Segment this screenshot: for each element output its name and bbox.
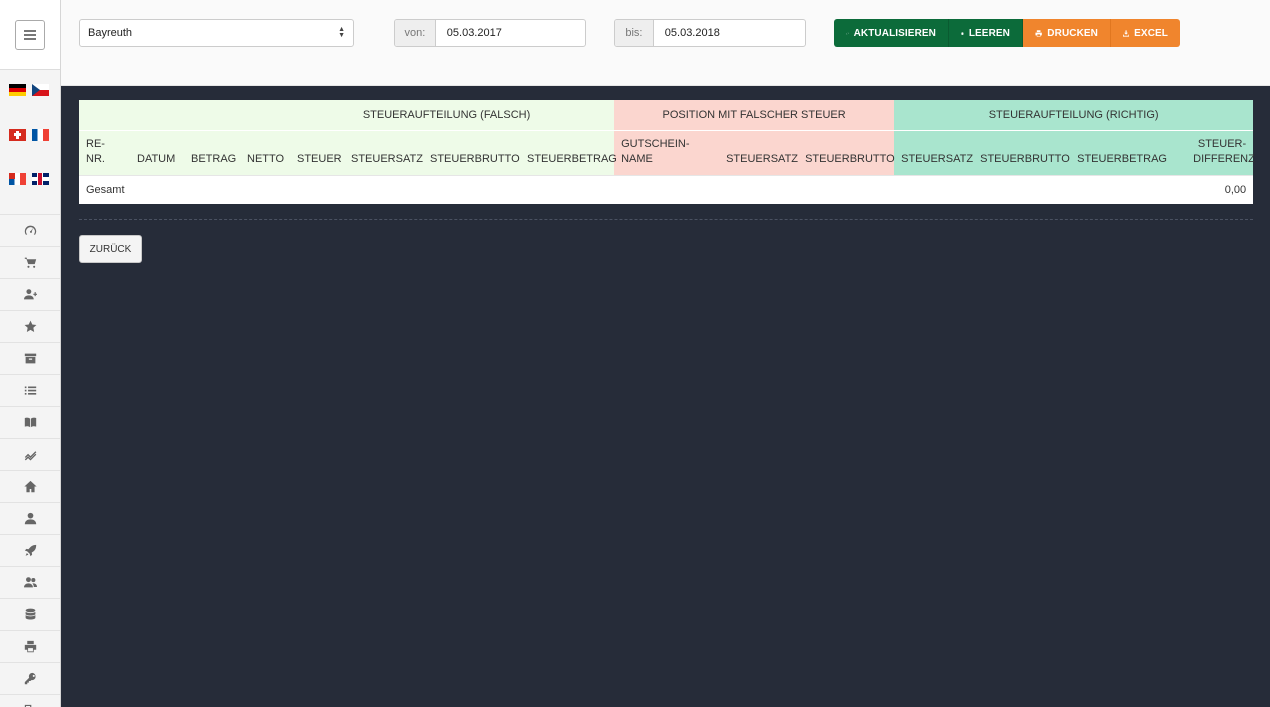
sidebar — [0, 0, 61, 707]
download-icon — [1123, 29, 1130, 37]
add-user-icon — [23, 289, 37, 300]
refresh-icon — [846, 31, 849, 35]
refresh-button[interactable]: AKTUALISIEREN — [834, 19, 949, 47]
column-header[interactable]: DATUM — [130, 129, 184, 175]
flag-ch-icon[interactable] — [9, 128, 26, 141]
back-button[interactable]: ZURÜCK — [79, 235, 142, 263]
list-icon — [24, 386, 36, 395]
flag-fr-icon[interactable] — [32, 128, 49, 141]
location-select-value: Bayreuth — [88, 27, 133, 39]
sidebar-item-home[interactable] — [0, 470, 60, 502]
to-date-group: bis: 05.03.2018 — [614, 19, 806, 47]
home-icon — [23, 480, 37, 493]
to-date-input[interactable]: 05.03.2018 — [654, 20, 805, 46]
sidebar-nav — [0, 214, 60, 707]
sidebar-header — [0, 0, 60, 70]
print-icon — [1035, 29, 1042, 37]
from-date-input[interactable]: 05.03.2017 — [436, 20, 585, 46]
dashboard-icon — [24, 225, 36, 235]
clear-button[interactable]: LEEREN — [949, 19, 1023, 47]
group-header-position: POSITION MIT FALSCHER STEUER — [614, 100, 895, 130]
group-header-row: STEUERAUFTEILUNG (FALSCH) POSITION MIT F… — [79, 100, 1254, 130]
archive-icon — [24, 353, 36, 364]
column-header-row: RE-NR. DATUM BETRAG NETTO STEUER STEUERS… — [79, 129, 1255, 175]
column-header[interactable]: BETRAG — [184, 129, 240, 175]
group-header-falsch: STEUERAUFTEILUNG (FALSCH) — [79, 100, 615, 130]
column-header[interactable]: STEUERBRUTTO — [973, 129, 1071, 175]
clear-button-label: LEEREN — [968, 27, 1010, 39]
hamburger-line — [24, 29, 36, 32]
from-date-label: von: — [395, 20, 436, 46]
column-header[interactable]: STEUERSATZ — [719, 129, 799, 175]
users-icon — [23, 577, 37, 588]
sidebar-item-favorites[interactable] — [0, 310, 60, 342]
sidebar-item-logout[interactable] — [0, 694, 60, 707]
hamburger-menu-button[interactable] — [15, 19, 45, 50]
refresh-button-label: AKTUALISIEREN — [853, 27, 936, 39]
logout-icon — [24, 704, 31, 707]
print-icon — [24, 640, 36, 653]
flag-fr-ca-icon[interactable] — [9, 173, 26, 186]
sidebar-item-list[interactable] — [0, 374, 60, 406]
column-header[interactable]: STEUER-DIFFERENZ — [1168, 129, 1255, 175]
star-icon — [24, 320, 36, 332]
column-header[interactable]: STEUERBETRAG — [520, 129, 617, 175]
total-row: Gesamt 0,00 — [79, 174, 1254, 204]
sidebar-item-launch[interactable] — [0, 534, 60, 566]
column-header[interactable]: NETTO — [240, 129, 290, 175]
sidebar-item-statistics[interactable] — [0, 438, 60, 470]
print-button-label: DRUCKEN — [1047, 27, 1098, 39]
sidebar-item-keys[interactable] — [0, 662, 60, 694]
sidebar-item-print[interactable] — [0, 630, 60, 662]
flag-de-icon[interactable] — [9, 84, 26, 96]
language-flags — [0, 70, 60, 214]
key-icon — [24, 672, 36, 685]
sidebar-item-archive[interactable] — [0, 342, 60, 374]
user-icon — [24, 512, 36, 525]
select-arrows-icon: ▲ ▼ — [338, 26, 345, 39]
section-divider — [79, 219, 1253, 220]
column-header[interactable]: STEUERBETRAG — [1070, 129, 1169, 175]
total-value: 0,00 — [1168, 174, 1254, 204]
sidebar-item-dashboard[interactable] — [0, 214, 60, 246]
column-header[interactable]: STEUERSATZ — [344, 129, 423, 175]
column-header[interactable]: STEUERBRUTTO — [798, 129, 895, 175]
database-icon — [25, 608, 35, 620]
column-header[interactable]: STEUERSATZ — [894, 129, 974, 175]
book-icon — [24, 417, 36, 428]
print-button[interactable]: DRUCKEN — [1023, 19, 1111, 47]
sidebar-item-add-user[interactable] — [0, 278, 60, 310]
column-header[interactable]: RE-NR. — [79, 129, 130, 175]
from-date-group: von: 05.03.2017 — [394, 19, 586, 47]
column-header[interactable]: STEUER — [290, 129, 344, 175]
rocket-icon — [24, 544, 36, 557]
hamburger-line — [24, 37, 36, 40]
sidebar-item-book[interactable] — [0, 406, 60, 438]
sidebar-item-cart[interactable] — [0, 246, 60, 278]
sidebar-item-database[interactable] — [0, 598, 60, 630]
chart-icon — [24, 451, 36, 461]
sidebar-item-user[interactable] — [0, 502, 60, 534]
column-header[interactable]: STEUERBRUTTO — [423, 129, 520, 175]
hamburger-line — [24, 33, 36, 36]
trash-icon — [961, 31, 964, 35]
excel-button-label: EXCEL — [1134, 27, 1168, 39]
to-date-label: bis: — [615, 20, 654, 46]
group-header-richtig: STEUERAUFTEILUNG (RICHTIG) — [894, 100, 1254, 130]
column-header[interactable]: GUTSCHEIN-NAME — [614, 129, 720, 175]
flag-cz-icon[interactable] — [32, 84, 49, 96]
total-label: Gesamt — [79, 174, 1169, 204]
tax-report-table: STEUERAUFTEILUNG (FALSCH) POSITION MIT F… — [79, 100, 1255, 204]
filter-toolbar: Bayreuth ▲ ▼ von: 05.03.2017 bis: 05.03.2… — [61, 0, 1270, 86]
location-select[interactable]: Bayreuth ▲ ▼ — [79, 19, 354, 47]
excel-export-button[interactable]: EXCEL — [1111, 19, 1180, 47]
sidebar-item-users[interactable] — [0, 566, 60, 598]
flag-uk-icon[interactable] — [32, 173, 49, 186]
cart-icon — [24, 257, 36, 268]
action-button-group: AKTUALISIEREN LEEREN DRUCKEN EXCEL — [834, 19, 1180, 47]
